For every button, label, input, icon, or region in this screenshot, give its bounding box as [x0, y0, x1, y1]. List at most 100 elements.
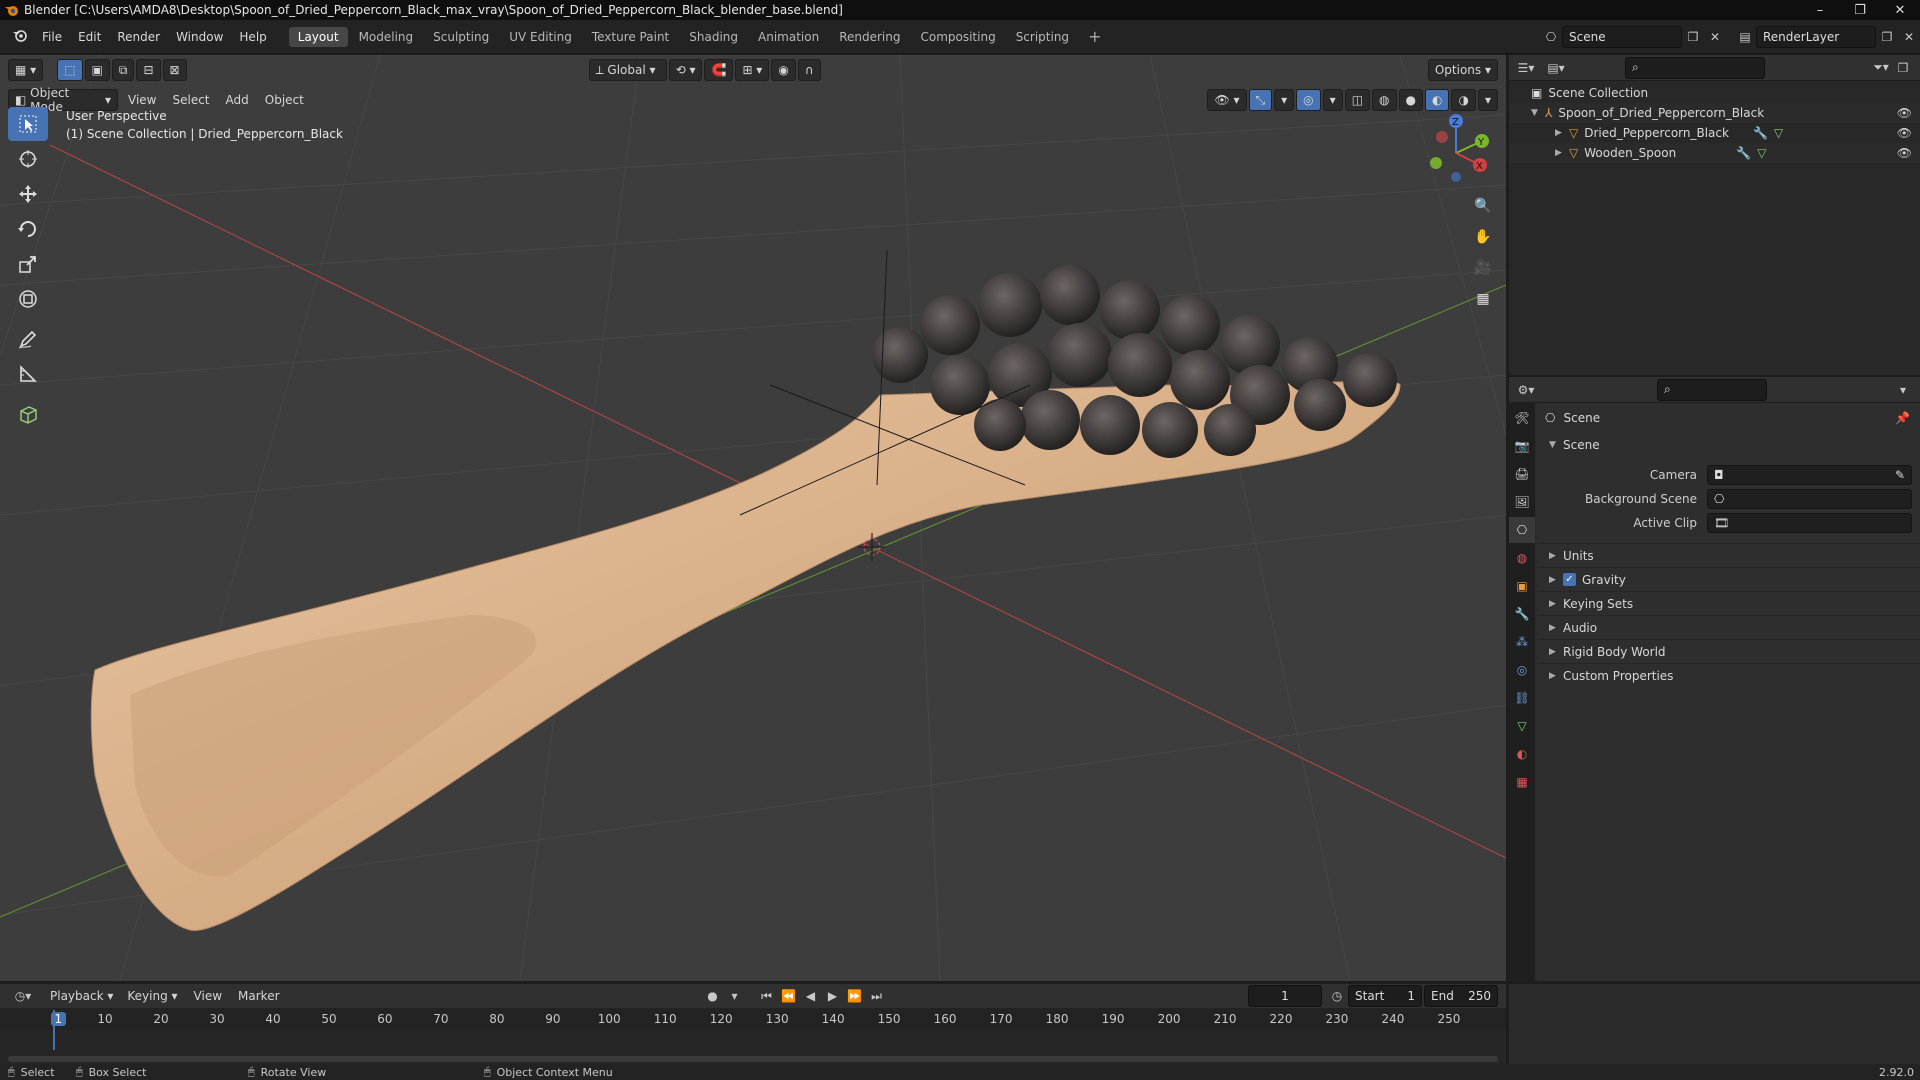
keying-sets-panel[interactable]: ▶ Keying Sets [1537, 591, 1920, 615]
3d-viewport[interactable]: ▦ ▾ ⬚ ▣ ⧉ ⊟ ⊠ ⟂ Global ▾ ⟲ ▾ 🧲 ⊞ ▾ ◉ ∩ O… [0, 55, 1506, 981]
menu-help[interactable]: Help [231, 30, 274, 44]
play-reverse-icon[interactable]: ◀ [800, 985, 822, 1007]
add-cube-tool[interactable] [8, 397, 48, 431]
scale-tool[interactable] [8, 247, 48, 281]
select-new-icon[interactable]: ▣ [84, 59, 110, 81]
select-box-tool[interactable] [8, 107, 48, 141]
outliner-scene-collection[interactable]: ▣ Scene Collection [1509, 83, 1920, 103]
timeline-menu-view[interactable]: View [186, 989, 230, 1003]
keying-dropdown[interactable]: Keying ▾ [121, 985, 183, 1007]
camera-field[interactable]: ◘ ✎ [1707, 465, 1912, 485]
tab-rendering[interactable]: Rendering [830, 27, 909, 47]
tab-modeling[interactable]: Modeling [350, 27, 423, 47]
mesh-data-icon[interactable]: ▽ [1774, 126, 1783, 140]
timeline-scrollbar[interactable] [8, 1056, 1498, 1062]
particles-tab-icon[interactable]: ⁂ [1509, 629, 1535, 655]
viewport-menu-add[interactable]: Add [218, 93, 257, 107]
current-frame-field[interactable]: 1 [1248, 985, 1322, 1007]
eyedropper-icon[interactable]: ✎ [1895, 468, 1905, 482]
gravity-checkbox[interactable]: ✓ [1563, 573, 1576, 586]
modifier-wrench-icon[interactable]: 🔧 [1736, 146, 1751, 160]
pivot-point-dropdown[interactable]: ⟲ ▾ [668, 59, 703, 81]
scene-icon[interactable]: ⎔ [1540, 26, 1562, 48]
properties-search-input[interactable]: ⌕ [1657, 378, 1767, 401]
navigation-gizmo[interactable]: Z Y X [1420, 111, 1500, 191]
tab-uv-editing[interactable]: UV Editing [500, 27, 581, 47]
viewport-menu-select[interactable]: Select [164, 93, 217, 107]
display-mode-icon[interactable]: ▤▾ [1545, 57, 1567, 79]
proportional-falloff-icon[interactable]: ∩ [797, 59, 821, 81]
audio-panel[interactable]: ▶ Audio [1537, 615, 1920, 639]
units-panel[interactable]: ▶ Units [1537, 543, 1920, 567]
modifier-wrench-icon[interactable]: 🔧 [1753, 126, 1768, 140]
end-frame-field[interactable]: End 250 [1424, 985, 1498, 1007]
add-workspace-icon[interactable]: + [1080, 27, 1109, 46]
scene-tab-icon[interactable]: ⎔ [1509, 517, 1535, 543]
playhead[interactable] [53, 1010, 55, 1050]
shading-solid-icon[interactable]: ● [1398, 89, 1423, 111]
view-layer-icon[interactable]: ▤ [1734, 26, 1756, 48]
tab-scripting[interactable]: Scripting [1007, 27, 1078, 47]
select-extend-icon[interactable]: ⧉ [111, 59, 135, 81]
renderlayer-field[interactable]: RenderLayer [1756, 26, 1876, 48]
timeline-ruler[interactable]: 1 10 20 30 40 50 60 70 80 90 100 110 120 130 140 150 160… [0, 1008, 1506, 1030]
visibility-eye-icon[interactable]: 👁 [1897, 106, 1912, 120]
tab-layout[interactable]: Layout [288, 26, 348, 47]
auto-keying-icon[interactable]: ● [702, 985, 724, 1007]
minimize-button[interactable]: – [1800, 0, 1840, 20]
gizmo-toggle-icon[interactable]: ⤡ [1248, 89, 1273, 111]
outliner-object-row[interactable]: ▶ ▽ Dried_Peppercorn_Black 🔧 ▽ 👁 [1509, 123, 1920, 143]
material-tab-icon[interactable]: ◐ [1509, 741, 1535, 767]
editor-type-button[interactable]: ▦ ▾ [8, 59, 44, 81]
new-scene-icon[interactable]: ❐ [1682, 26, 1704, 48]
menu-window[interactable]: Window [168, 30, 231, 44]
constraints-tab-icon[interactable]: ⛓ [1509, 685, 1535, 711]
scene-panel-header[interactable]: ▼ Scene [1537, 433, 1920, 457]
tab-compositing[interactable]: Compositing [911, 27, 1004, 47]
jump-to-start-icon[interactable]: ⏮ [756, 985, 778, 1007]
pan-hand-icon[interactable]: ✋ [1470, 224, 1496, 250]
physics-tab-icon[interactable]: ◎ [1509, 657, 1535, 683]
tab-animation[interactable]: Animation [749, 27, 828, 47]
expand-right-icon[interactable]: ▶ [1555, 128, 1569, 138]
gravity-panel[interactable]: ▶ ✓ Gravity [1537, 567, 1920, 591]
shading-material-icon[interactable]: ◐ [1425, 89, 1450, 111]
delete-scene-icon[interactable]: ✕ [1704, 26, 1726, 48]
xray-toggle-icon[interactable]: ◫ [1344, 89, 1371, 111]
tab-shading[interactable]: Shading [680, 27, 747, 47]
shading-dropdown[interactable]: ▾ [1477, 89, 1498, 111]
start-frame-field[interactable]: Start 1 [1348, 985, 1422, 1007]
outliner-collection-row[interactable]: ▼ ⅄ Spoon_of_Dried_Peppercorn_Black 👁 [1509, 103, 1920, 123]
active-clip-field[interactable]: 🎞 [1707, 513, 1912, 533]
ortho-grid-icon[interactable]: ▦ [1470, 286, 1496, 312]
close-button[interactable]: ✕ [1880, 0, 1920, 20]
playback-dropdown[interactable]: Playback ▾ [44, 985, 119, 1007]
outliner-object-row[interactable]: ▶ ▽ Wooden_Spoon 🔧 ▽ 👁 [1509, 143, 1920, 163]
mesh-data-icon[interactable]: ▽ [1757, 146, 1766, 160]
viewport-scene[interactable] [0, 55, 1506, 981]
shading-wireframe-icon[interactable]: ◍ [1372, 89, 1397, 111]
visibility-eye-icon[interactable]: 👁 [1897, 126, 1912, 140]
properties-options-icon[interactable]: ▾ [1892, 379, 1914, 401]
jump-to-end-icon[interactable]: ⏭ [866, 985, 888, 1007]
texture-tab-icon[interactable]: ▦ [1509, 769, 1535, 795]
tool-tab-icon[interactable]: 🛠 [1509, 405, 1535, 431]
snap-toggle-icon[interactable]: 🧲 [704, 59, 734, 81]
rigid-body-world-panel[interactable]: ▶ Rigid Body World [1537, 639, 1920, 663]
scene-field[interactable]: Scene [1562, 26, 1682, 48]
measure-tool[interactable] [8, 357, 48, 391]
overlay-dropdown[interactable]: ▾ [1322, 89, 1343, 111]
select-invert-icon[interactable]: ⊠ [162, 59, 187, 81]
menu-render[interactable]: Render [109, 30, 168, 44]
preview-range-icon[interactable]: ◷ [1326, 985, 1348, 1007]
background-scene-field[interactable]: ⎔ [1707, 489, 1912, 509]
play-icon[interactable]: ▶ [822, 985, 844, 1007]
cursor-tool[interactable] [8, 142, 48, 176]
visibility-dropdown[interactable]: 👁 ▾ [1207, 89, 1247, 111]
prev-keyframe-icon[interactable]: ⏪ [778, 985, 800, 1007]
object-tab-icon[interactable]: ▣ [1509, 573, 1535, 599]
render-tab-icon[interactable]: 📷 [1509, 433, 1535, 459]
timeline-menu-marker[interactable]: Marker [230, 989, 287, 1003]
proportional-edit-icon[interactable]: ◉ [771, 59, 796, 81]
viewport-menu-object[interactable]: Object [257, 93, 312, 107]
